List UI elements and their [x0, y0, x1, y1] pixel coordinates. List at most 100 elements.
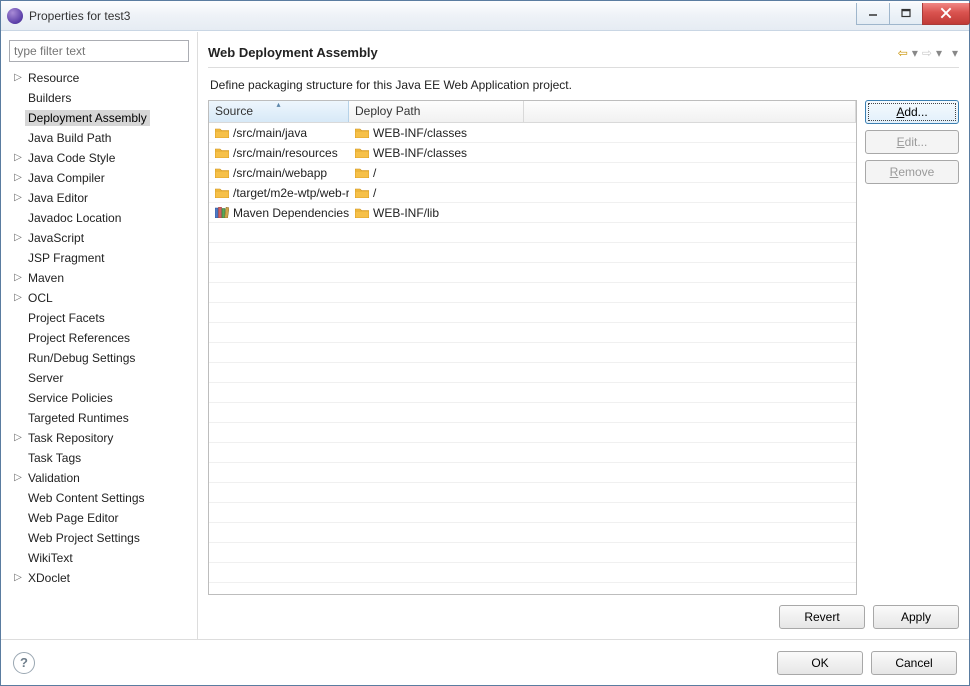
assembly-table[interactable]: ▴ Source Deploy Path /src/main/javaWEB-I…: [208, 100, 857, 595]
tree-item-label: Java Build Path: [25, 130, 114, 146]
tree-item-label: Service Policies: [25, 390, 116, 406]
cell-deploy: /: [349, 186, 524, 200]
expand-icon[interactable]: ▷: [11, 573, 25, 583]
tree-item-java-build-path[interactable]: ▷Java Build Path: [7, 128, 193, 148]
table-row-empty: [209, 303, 856, 323]
category-tree[interactable]: ▷Resource▷Builders▷Deployment Assembly▷J…: [5, 66, 193, 639]
tree-item-deployment-assembly[interactable]: ▷Deployment Assembly: [7, 108, 193, 128]
tree-item-java-compiler[interactable]: ▷Java Compiler: [7, 168, 193, 188]
table-row-empty: [209, 263, 856, 283]
minimize-button[interactable]: [856, 3, 890, 25]
tree-item-java-code-style[interactable]: ▷Java Code Style: [7, 148, 193, 168]
tree-item-targeted-runtimes[interactable]: ▷Targeted Runtimes: [7, 408, 193, 428]
tree-item-label: Targeted Runtimes: [25, 410, 132, 426]
tree-item-web-content-settings[interactable]: ▷Web Content Settings: [7, 488, 193, 508]
table-row-empty: [209, 223, 856, 243]
revert-button[interactable]: Revert: [779, 605, 865, 629]
dialog-button-bar: ? OK Cancel: [1, 639, 969, 685]
tree-item-validation[interactable]: ▷Validation: [7, 468, 193, 488]
tree-item-label: Java Compiler: [25, 170, 108, 186]
tree-item-server[interactable]: ▷Server: [7, 368, 193, 388]
table-row[interactable]: /src/main/javaWEB-INF/classes: [209, 123, 856, 143]
cancel-button[interactable]: Cancel: [871, 651, 957, 675]
maximize-button[interactable]: [889, 3, 923, 25]
tree-item-javascript[interactable]: ▷JavaScript: [7, 228, 193, 248]
cell-deploy: WEB-INF/classes: [349, 126, 524, 140]
tree-item-task-repository[interactable]: ▷Task Repository: [7, 428, 193, 448]
expand-icon[interactable]: ▷: [11, 293, 25, 303]
tree-item-web-project-settings[interactable]: ▷Web Project Settings: [7, 528, 193, 548]
tree-item-maven[interactable]: ▷Maven: [7, 268, 193, 288]
window-controls: [857, 3, 970, 25]
help-icon[interactable]: ?: [13, 652, 35, 674]
tree-item-wikitext[interactable]: ▷WikiText: [7, 548, 193, 568]
cell-deploy: /: [349, 166, 524, 180]
nav-back-menu-icon[interactable]: ▾: [911, 46, 919, 60]
add-button[interactable]: Add...: [865, 100, 959, 124]
expand-icon[interactable]: ▷: [11, 233, 25, 243]
expand-icon[interactable]: ▷: [11, 173, 25, 183]
column-header-source[interactable]: ▴ Source: [209, 101, 349, 122]
remove-button[interactable]: Remove: [865, 160, 959, 184]
nav-forward-menu-icon[interactable]: ▾: [935, 46, 943, 60]
table-row[interactable]: Maven DependenciesWEB-INF/lib: [209, 203, 856, 223]
folder-icon: [355, 207, 369, 218]
tree-item-task-tags[interactable]: ▷Task Tags: [7, 448, 193, 468]
edit-button[interactable]: Edit...: [865, 130, 959, 154]
tree-item-web-page-editor[interactable]: ▷Web Page Editor: [7, 508, 193, 528]
expand-icon[interactable]: ▷: [11, 193, 25, 203]
eclipse-icon: [7, 8, 23, 24]
folder-icon: [355, 167, 369, 178]
tree-item-java-editor[interactable]: ▷Java Editor: [7, 188, 193, 208]
folder-icon: [355, 187, 369, 198]
tree-item-jsp-fragment[interactable]: ▷JSP Fragment: [7, 248, 193, 268]
tree-item-label: Javadoc Location: [25, 210, 124, 226]
tree-item-builders[interactable]: ▷Builders: [7, 88, 193, 108]
tree-item-ocl[interactable]: ▷OCL: [7, 288, 193, 308]
assembly-buttons: Add... Edit... Remove: [865, 100, 959, 595]
tree-item-project-references[interactable]: ▷Project References: [7, 328, 193, 348]
expand-icon[interactable]: ▷: [11, 153, 25, 163]
tree-item-run-debug-settings[interactable]: ▷Run/Debug Settings: [7, 348, 193, 368]
table-row-empty: [209, 563, 856, 583]
table-row[interactable]: /src/main/resourcesWEB-INF/classes: [209, 143, 856, 163]
page-title: Web Deployment Assembly: [208, 45, 897, 60]
close-button[interactable]: [922, 3, 970, 25]
tree-item-service-policies[interactable]: ▷Service Policies: [7, 388, 193, 408]
expand-icon[interactable]: ▷: [11, 473, 25, 483]
tree-item-javadoc-location[interactable]: ▷Javadoc Location: [7, 208, 193, 228]
tree-item-label: WikiText: [25, 550, 76, 566]
tree-item-label: Web Page Editor: [25, 510, 122, 526]
titlebar[interactable]: Properties for test3: [1, 1, 969, 31]
table-row-empty: [209, 343, 856, 363]
expand-icon[interactable]: ▷: [11, 73, 25, 83]
folder-icon: [215, 167, 229, 178]
tree-item-project-facets[interactable]: ▷Project Facets: [7, 308, 193, 328]
folder-icon: [215, 187, 229, 198]
apply-button[interactable]: Apply: [873, 605, 959, 629]
ok-button[interactable]: OK: [777, 651, 863, 675]
table-row[interactable]: /src/main/webapp/: [209, 163, 856, 183]
tree-item-label: Java Editor: [25, 190, 91, 206]
tree-item-label: JSP Fragment: [25, 250, 107, 266]
tree-item-label: XDoclet: [25, 570, 73, 586]
table-row-empty: [209, 463, 856, 483]
tree-item-xdoclet[interactable]: ▷XDoclet: [7, 568, 193, 588]
tree-item-label: Builders: [25, 90, 74, 106]
expand-icon[interactable]: ▷: [11, 273, 25, 283]
tree-item-resource[interactable]: ▷Resource: [7, 68, 193, 88]
cell-deploy: WEB-INF/lib: [349, 206, 524, 220]
filter-input[interactable]: [9, 40, 189, 62]
table-row-empty: [209, 523, 856, 543]
tree-item-label: Java Code Style: [25, 150, 118, 166]
column-header-deploy[interactable]: Deploy Path: [349, 101, 524, 122]
nav-forward-icon[interactable]: ⇨: [921, 46, 933, 60]
cell-source: /src/main/java: [209, 126, 349, 140]
table-row[interactable]: /target/m2e-wtp/web-resources/: [209, 183, 856, 203]
nav-back-icon[interactable]: ⇦: [897, 46, 909, 60]
view-menu-icon[interactable]: ▾: [951, 46, 959, 60]
expand-icon[interactable]: ▷: [11, 433, 25, 443]
tree-item-label: Task Tags: [25, 450, 84, 466]
table-body[interactable]: /src/main/javaWEB-INF/classes/src/main/r…: [209, 123, 856, 594]
tree-item-label: Resource: [25, 70, 82, 86]
